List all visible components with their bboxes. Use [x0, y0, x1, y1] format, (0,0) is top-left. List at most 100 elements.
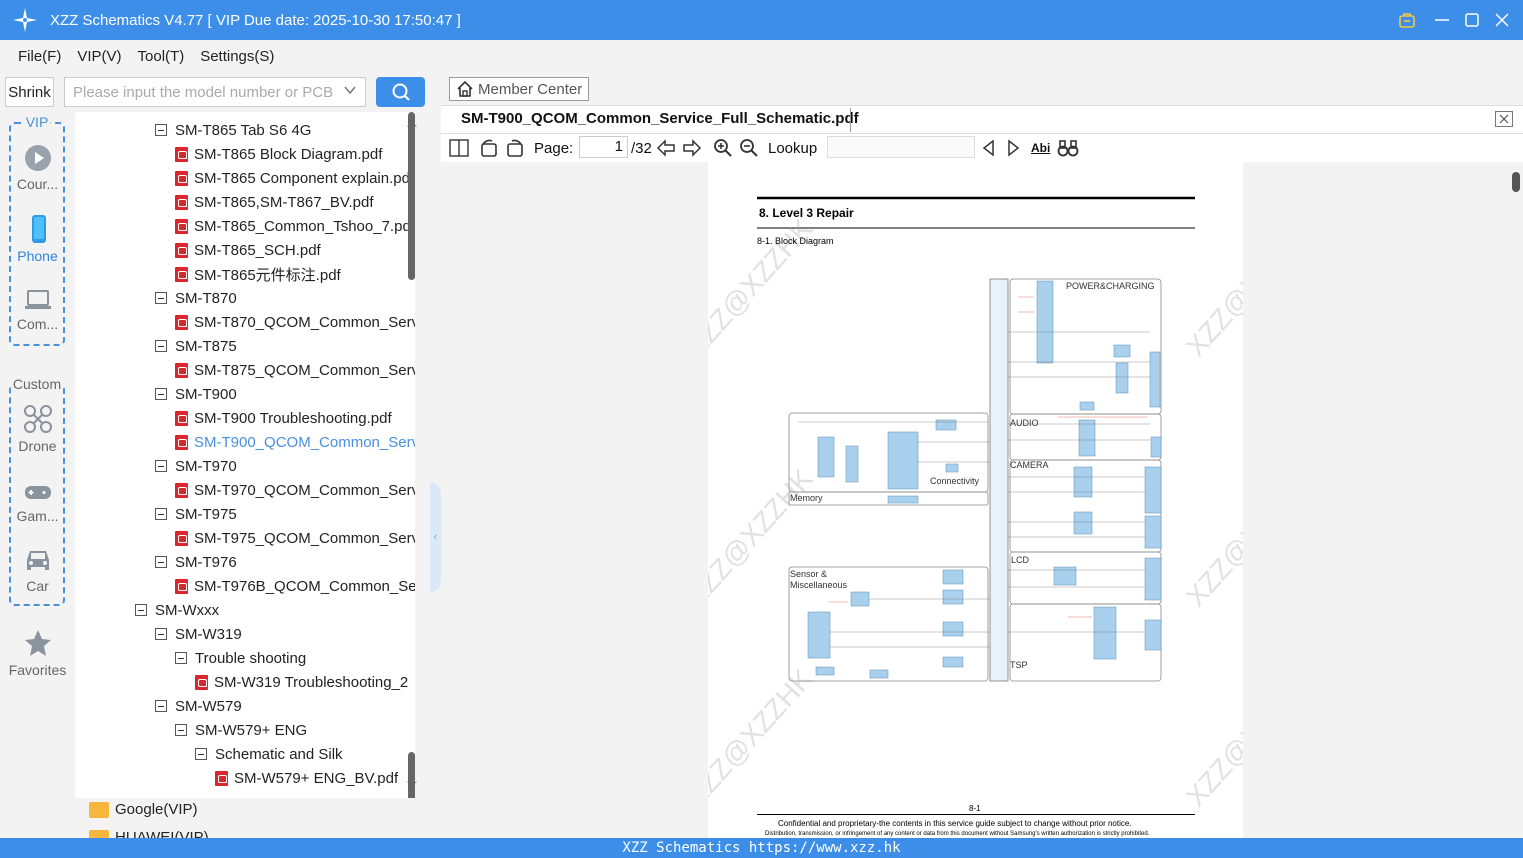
pdf-file-icon	[175, 434, 188, 450]
tree-pdf-item[interactable]: SM-T975_QCOM_Common_Service	[175, 526, 415, 550]
folder-huawei-label: HUAWEI(VIP)	[115, 829, 209, 838]
match-case-icon[interactable]: Abi	[1031, 138, 1050, 158]
collapse-icon[interactable]	[155, 628, 167, 640]
scroll-down-icon[interactable]: ﹀	[407, 778, 417, 793]
shrink-button[interactable]: Shrink	[5, 77, 54, 107]
nav-item-games[interactable]: Gam...	[0, 480, 75, 524]
nav-item-car[interactable]: Car	[0, 546, 75, 594]
collapse-icon[interactable]	[155, 340, 167, 352]
chevron-down-icon[interactable]	[343, 83, 357, 101]
tree-item-label: SM-T865 Tab S6 4G	[175, 121, 312, 139]
doc-subheading: 8-1. Block Diagram	[757, 236, 834, 246]
collapse-icon[interactable]	[175, 724, 187, 736]
next-page-icon[interactable]	[682, 138, 702, 158]
tree-pdf-item[interactable]: SM-T865,SM-T867_BV.pdf	[175, 190, 374, 214]
tree-pdf-item[interactable]: SM-T970_QCOM_Common_Service	[175, 478, 415, 502]
tree-pdf-item[interactable]: SM-T865 Component explain.pdf	[175, 166, 414, 190]
tree-pdf-item[interactable]: SM-T870_QCOM_Common_Service	[175, 310, 415, 334]
search-button[interactable]	[376, 77, 425, 107]
vip-bag-icon[interactable]	[1387, 0, 1427, 40]
tree-folder-item[interactable]: SM-T865 Tab S6 4G	[155, 118, 311, 142]
find-previous-icon[interactable]	[981, 138, 995, 158]
tree-pdf-item[interactable]: SM-W319 Troubleshooting_2	[195, 670, 408, 694]
tree-item-label: SM-T976B_QCOM_Common_Service	[194, 577, 415, 595]
tree-folder-item[interactable]: SM-T970	[155, 454, 237, 478]
tree-pdf-item[interactable]: SM-W579+ ENG_BV.pdf	[215, 766, 398, 790]
tree-pdf-item[interactable]: SM-T900_QCOM_Common_Service	[175, 430, 415, 454]
menu-vip[interactable]: VIP(V)	[77, 48, 121, 65]
tree-folder-item[interactable]: SM-T976	[155, 550, 237, 574]
folder-google[interactable]: Google(VIP)	[89, 801, 198, 818]
nav-item-computer[interactable]: Com...	[0, 288, 75, 332]
collapse-icon[interactable]	[155, 460, 167, 472]
tree-pdf-item[interactable]: SM-T865_SCH.pdf	[175, 238, 321, 262]
collapse-icon[interactable]	[155, 700, 167, 712]
close-button[interactable]	[1487, 0, 1517, 40]
folder-huawei[interactable]: HUAWEI(VIP)	[89, 829, 209, 838]
panel-splitter[interactable]: ‹	[430, 72, 441, 838]
tree-pdf-item[interactable]: SM-T865元件标注.pdf	[175, 262, 341, 286]
collapse-icon[interactable]	[155, 292, 167, 304]
search-input[interactable]: Please input the model number or PCB	[64, 77, 366, 107]
collapse-icon[interactable]	[135, 604, 147, 616]
nav-item-favorites[interactable]: Favorites	[0, 628, 75, 678]
rotate-right-icon[interactable]	[505, 138, 525, 158]
close-tab-icon[interactable]	[1495, 111, 1513, 127]
tree-pdf-item[interactable]: SM-T900 Troubleshooting.pdf	[175, 406, 392, 430]
nav-item-courses[interactable]: Cour...	[0, 144, 75, 192]
tree-folder-item[interactable]: SM-T900	[155, 382, 237, 406]
tree-folder-item[interactable]: Trouble shooting	[175, 646, 306, 670]
collapse-icon[interactable]	[155, 124, 167, 136]
collapse-icon[interactable]	[155, 556, 167, 568]
zoom-out-icon[interactable]	[739, 138, 759, 158]
nav-item-drone[interactable]: Drone	[0, 404, 75, 454]
menu-tool[interactable]: Tool(T)	[138, 48, 185, 65]
app-logo-icon	[12, 7, 38, 33]
nav-item-phone[interactable]: Phone	[0, 214, 75, 264]
page-number-input[interactable]: 1	[579, 136, 628, 158]
tree-folder-item[interactable]: SM-T975	[155, 502, 237, 526]
tree-item-label: SM-T970_QCOM_Common_Service	[194, 481, 415, 499]
category-sidebar: Shrink VIP Cour... Phone Com... Custom D…	[0, 72, 75, 838]
tree-pdf-item[interactable]: SM-T976B_QCOM_Common_Service	[175, 574, 415, 598]
member-center-label: Member Center	[478, 80, 583, 98]
tree-folder-item[interactable]: SM-T870	[155, 286, 237, 310]
tree-pdf-item[interactable]: SM-T865 Block Diagram.pdf	[175, 142, 382, 166]
tree-folder-item[interactable]: Schematic and Silk	[195, 742, 343, 766]
tree-pdf-item[interactable]: SM-T865_Common_Tshoo_7.pdf	[175, 214, 415, 238]
pdf-canvas[interactable]: XZZ@XZZHK XZZ@XZZHK XZZ@XZZHK XZZ@XZZHK XZZ@…	[441, 162, 1523, 838]
viewer-scrollbar[interactable]	[1509, 162, 1523, 838]
member-center-button[interactable]: Member Center	[449, 77, 590, 101]
tree-item-label: SM-T870_QCOM_Common_Service	[194, 313, 415, 331]
tree-folder-item[interactable]: SM-Wxxx	[135, 598, 219, 622]
find-next-icon[interactable]	[1007, 138, 1021, 158]
collapse-icon[interactable]	[155, 388, 167, 400]
tree-folder-item[interactable]: SM-W579	[155, 694, 242, 718]
collapse-panel-handle[interactable]: ‹	[430, 482, 441, 592]
rotate-left-icon[interactable]	[479, 138, 499, 158]
lookup-input[interactable]	[827, 136, 975, 158]
maximize-button[interactable]	[1457, 0, 1487, 40]
tree-folder-item[interactable]: SM-T875	[155, 334, 237, 358]
viewer-scroll-thumb[interactable]	[1512, 172, 1520, 192]
minimize-button[interactable]	[1427, 0, 1457, 40]
collapse-icon[interactable]	[175, 652, 187, 664]
previous-page-icon[interactable]	[656, 138, 676, 158]
pdf-file-icon	[175, 194, 188, 210]
tree-scroll-thumb[interactable]	[408, 112, 415, 280]
toggle-sidebar-icon[interactable]	[449, 138, 469, 158]
doc-heading: 8. Level 3 Repair	[759, 206, 854, 220]
nav-item-car-label: Car	[26, 578, 49, 594]
menu-file[interactable]: File(F)	[18, 48, 61, 65]
tree-scroll-thumb-lower[interactable]	[408, 752, 415, 802]
tree-folder-item[interactable]: SM-W319	[155, 622, 242, 646]
tree-pdf-item[interactable]: SM-T875_QCOM_Common_Service	[175, 358, 415, 382]
collapse-icon[interactable]	[155, 508, 167, 520]
document-tab[interactable]: SM-T900_QCOM_Common_Service_Full_Schemat…	[461, 110, 859, 127]
zoom-in-icon[interactable]	[713, 138, 733, 158]
tree-scrollbar[interactable]: ︿ ﹀	[407, 112, 417, 802]
collapse-icon[interactable]	[195, 748, 207, 760]
binoculars-icon[interactable]	[1057, 138, 1079, 158]
menu-settings[interactable]: Settings(S)	[200, 48, 274, 65]
tree-folder-item[interactable]: SM-W579+ ENG	[175, 718, 307, 742]
